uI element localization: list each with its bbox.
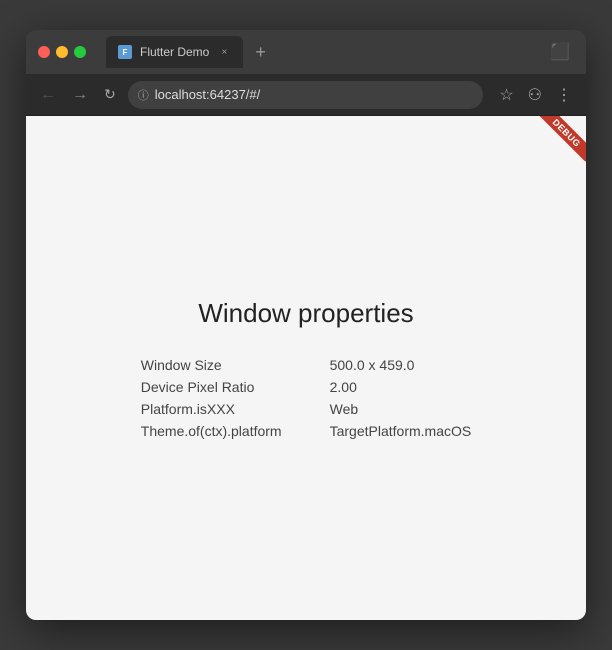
- debug-label: DEBUG: [538, 116, 586, 162]
- tab-close-button[interactable]: ×: [217, 45, 231, 59]
- tab-title: Flutter Demo: [140, 45, 209, 59]
- forward-button[interactable]: →: [68, 82, 92, 108]
- traffic-lights: [38, 46, 86, 58]
- tab-favicon: F: [118, 45, 132, 59]
- prop-label: Platform.isXXX: [141, 401, 282, 417]
- url-bar[interactable]: ⓘ localhost:64237/#/: [128, 81, 484, 109]
- minimize-window-button[interactable]: [56, 46, 68, 58]
- prop-value: 2.00: [330, 379, 472, 395]
- maximize-window-button[interactable]: [74, 46, 86, 58]
- property-table: Window Size 500.0 x 459.0 Device Pixel Rat…: [141, 357, 471, 439]
- close-window-button[interactable]: [38, 46, 50, 58]
- prop-value: Web: [330, 401, 472, 417]
- prop-label: Window Size: [141, 357, 282, 373]
- debug-ribbon: DEBUG: [526, 116, 586, 176]
- url-hash: #/: [249, 87, 260, 102]
- url-text: localhost:64237/#/: [155, 87, 261, 102]
- properties-card: Window properties Window Size 500.0 x 459…: [141, 298, 471, 439]
- secure-icon: ⓘ: [138, 87, 149, 103]
- prop-label: Theme.of(ctx).platform: [141, 423, 282, 439]
- prop-value: 500.0 x 459.0: [330, 357, 472, 373]
- profile-icon[interactable]: ⚇: [524, 81, 546, 109]
- menu-icon[interactable]: ⋮: [552, 81, 576, 109]
- prop-label: Device Pixel Ratio: [141, 379, 282, 395]
- reload-button[interactable]: ↻: [100, 82, 120, 107]
- url-port: :64237/: [206, 87, 249, 102]
- bookmark-icon[interactable]: ☆: [495, 81, 517, 109]
- page-content: DEBUG Window properties Window Size 500.0…: [26, 116, 586, 620]
- toolbar-icons: ☆ ⚇ ⋮: [495, 81, 576, 109]
- page-title: Window properties: [141, 298, 471, 329]
- browser-window: F Flutter Demo × + ⬛ ← → ↻ ⓘ localhost:6…: [26, 30, 586, 620]
- active-tab[interactable]: F Flutter Demo ×: [106, 36, 243, 68]
- back-button[interactable]: ←: [36, 82, 60, 108]
- url-domain: localhost: [155, 87, 206, 102]
- title-bar: F Flutter Demo × + ⬛: [26, 30, 586, 74]
- tab-area: F Flutter Demo × +: [106, 36, 538, 68]
- extension-icon[interactable]: ⬛: [546, 38, 574, 66]
- address-bar: ← → ↻ ⓘ localhost:64237/#/ ☆ ⚇ ⋮: [26, 74, 586, 116]
- new-tab-button[interactable]: +: [247, 38, 274, 67]
- prop-value: TargetPlatform.macOS: [330, 423, 472, 439]
